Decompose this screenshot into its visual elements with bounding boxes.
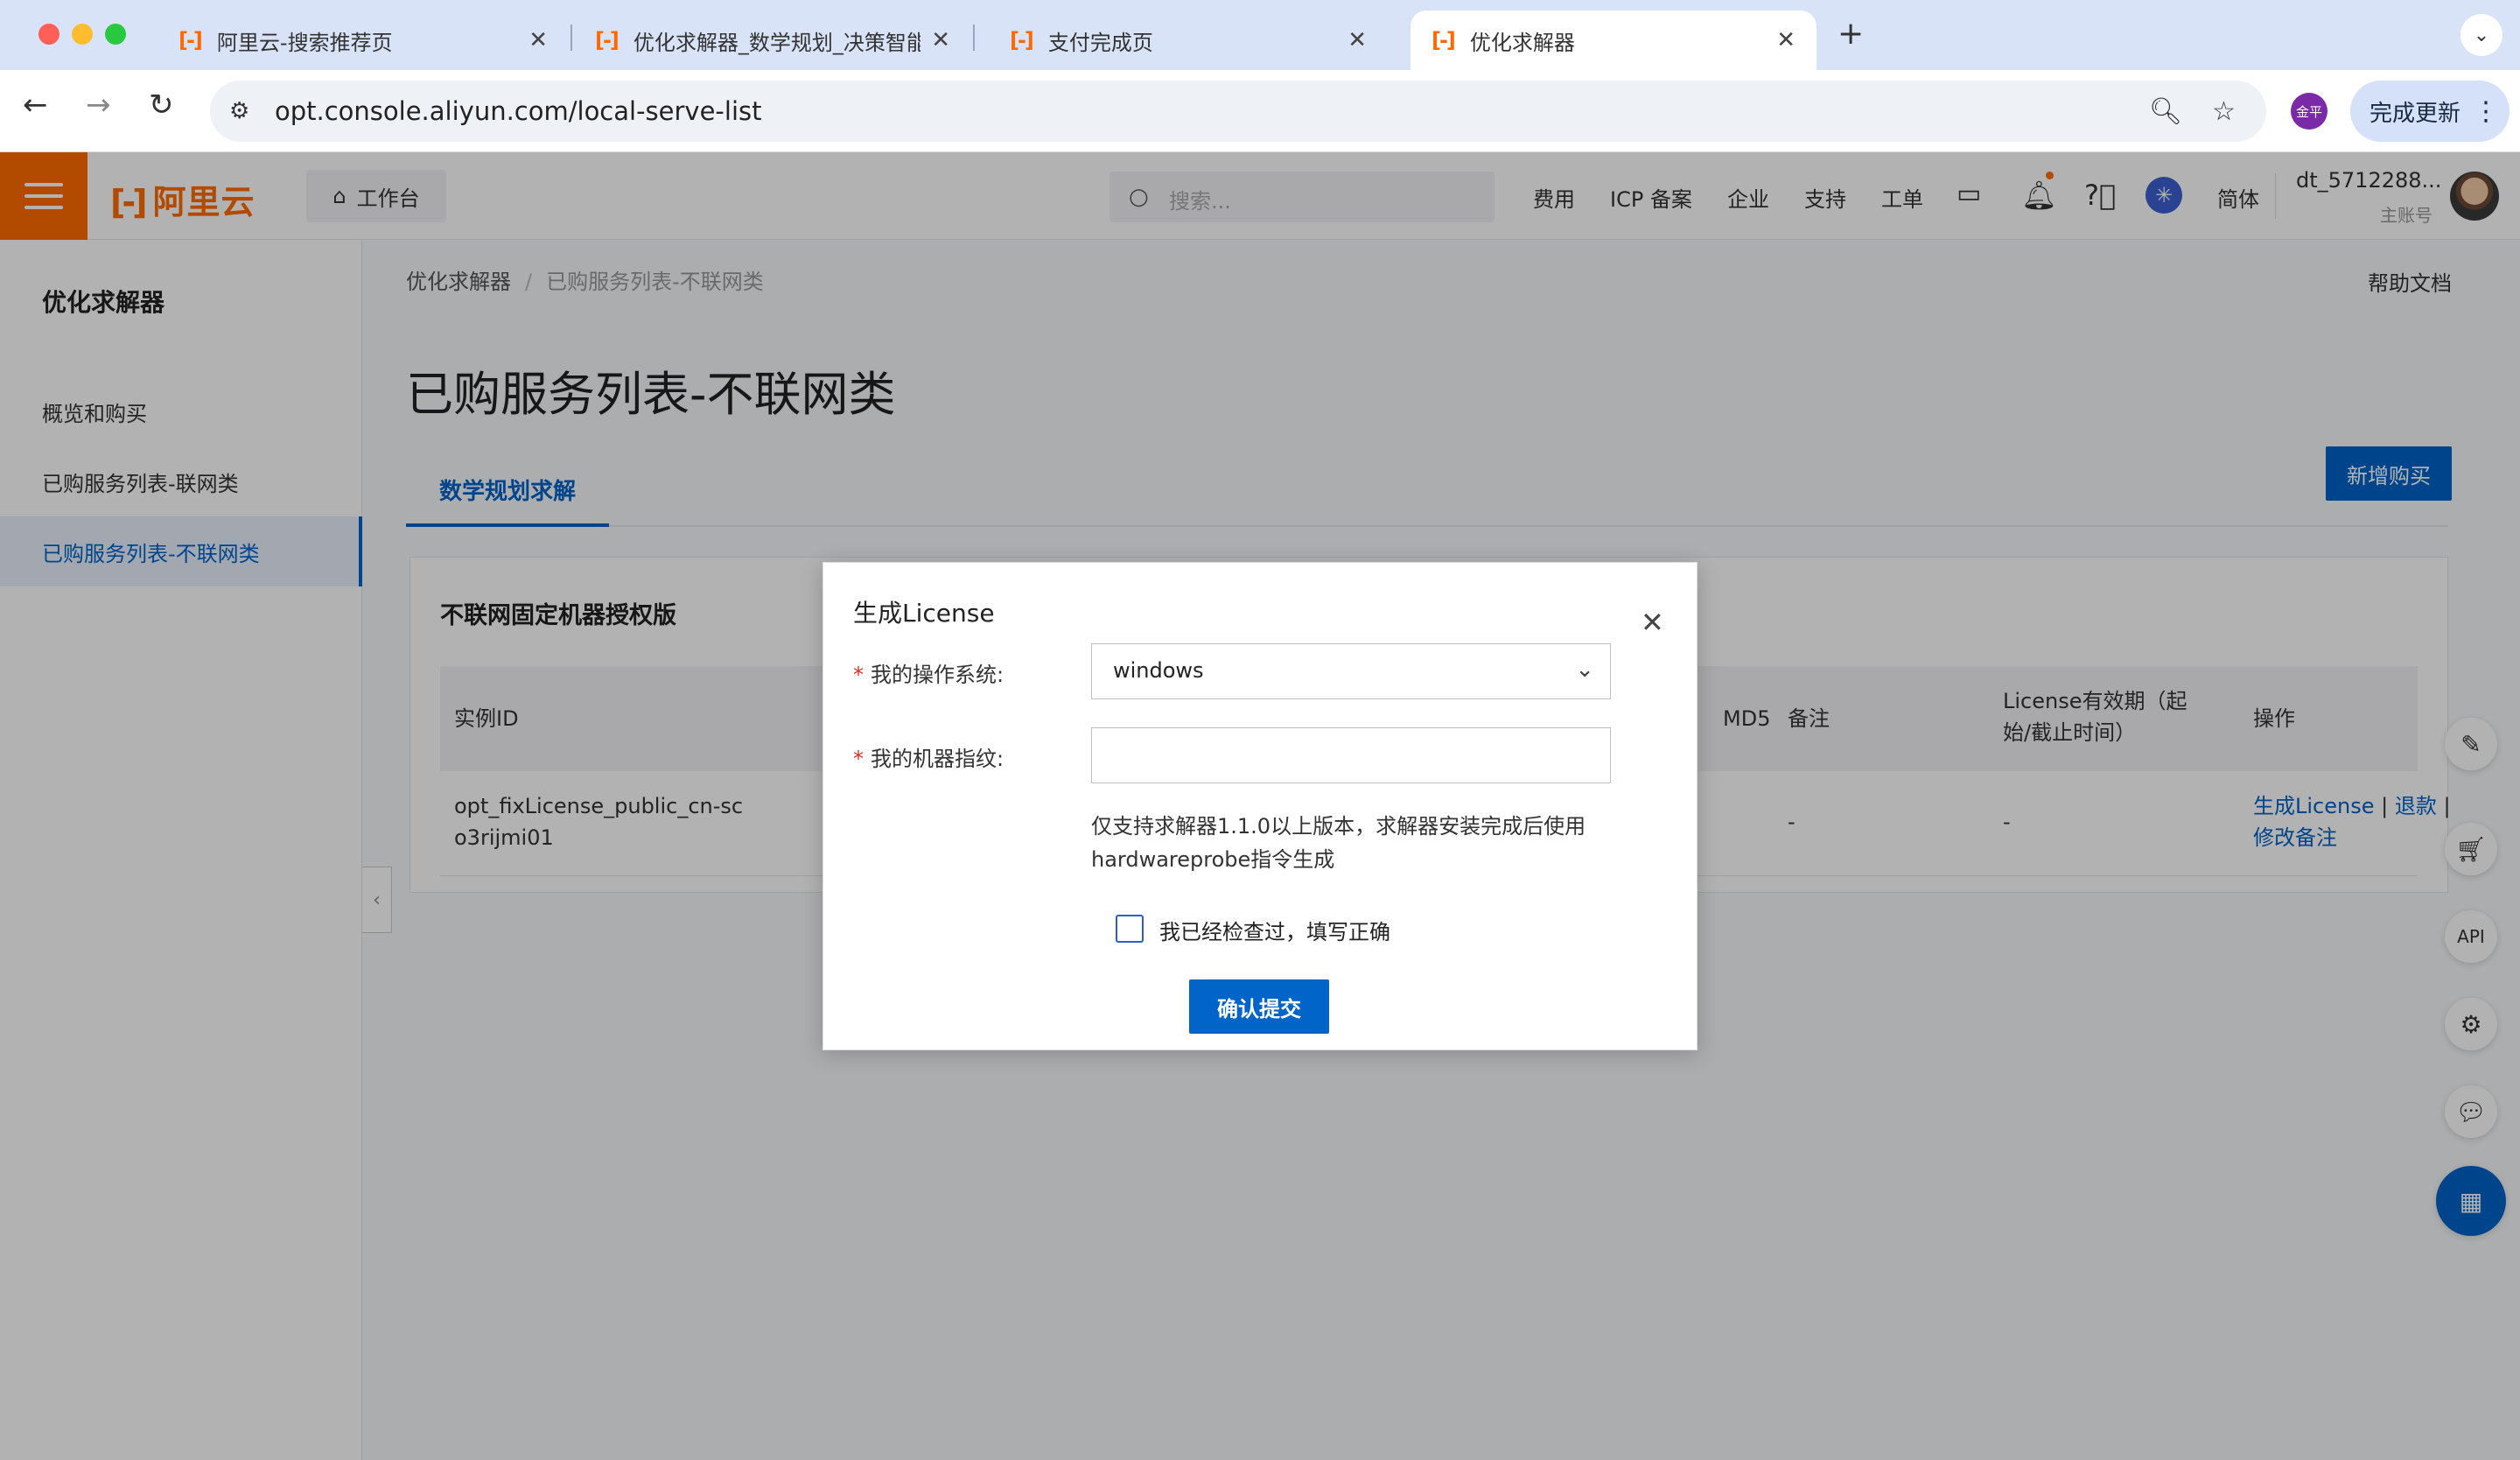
tab-close-icon[interactable]: ✕ — [1348, 27, 1367, 53]
required-mark: * — [853, 747, 864, 771]
address-bar[interactable]: ⚙ opt.console.aliyun.com/local-serve-lis… — [210, 81, 2266, 142]
os-label: * 我的操作系统: — [853, 657, 1004, 688]
tab-search-chevron-icon[interactable]: ⌄ — [2460, 14, 2502, 56]
back-arrow-icon[interactable]: ← — [23, 88, 48, 123]
chevron-down-icon: ⌄ — [1575, 656, 1594, 683]
tab-separator — [570, 25, 572, 51]
tab-title: 阿里云-搜索推荐页 — [216, 30, 393, 55]
required-mark: * — [853, 663, 864, 687]
more-menu-icon: ⋮ — [2473, 95, 2500, 127]
tab-close-icon[interactable]: ✕ — [1776, 27, 1796, 53]
tab-title: 支付完成页 — [1047, 30, 1153, 55]
forward-arrow-icon[interactable]: → — [86, 88, 111, 123]
os-select-value: windows — [1113, 658, 1204, 683]
profile-avatar[interactable]: 金平 — [2291, 93, 2328, 130]
dialog-title: 生成License — [853, 599, 995, 628]
window-close-button[interactable] — [38, 24, 60, 45]
os-select[interactable]: windows ⌄ — [1091, 643, 1611, 699]
aliyun-favicon-icon: [-] — [1432, 28, 1456, 53]
site-settings-icon[interactable]: ⚙ — [229, 98, 249, 124]
confirm-checkbox[interactable] — [1116, 915, 1144, 943]
tab-separator — [973, 25, 975, 51]
browser-tab-2[interactable]: [-] 优化求解器_数学规划_决策智能 ✕ — [574, 11, 971, 70]
generate-license-dialog: 生成License ✕ * 我的操作系统: windows ⌄ * 我的机器指纹: … — [822, 562, 1698, 1050]
tab-title: 优化求解器_数学规划_决策智能 — [633, 30, 921, 55]
browser-toolbar: ← → ↻ ⚙ opt.console.aliyun.com/local-ser… — [0, 70, 2520, 152]
machine-fingerprint-input[interactable] — [1091, 727, 1611, 783]
os-label-text: 我的操作系统: — [871, 663, 1004, 687]
fingerprint-hint: 仅支持求解器1.1.0以上版本，求解器安装完成后使用hardwareprobe指… — [1091, 814, 1586, 872]
tab-title: 优化求解器 — [1469, 30, 1575, 55]
confirm-checkbox-label[interactable]: 我已经检查过，填写正确 — [1159, 915, 1390, 945]
browser-tab-3[interactable]: [-] 支付完成页 ✕ — [989, 11, 1388, 70]
fingerprint-label-text: 我的机器指纹: — [871, 747, 1004, 771]
update-label: 完成更新 — [2370, 100, 2461, 127]
browser-tab-1[interactable]: [-] 阿里云-搜索推荐页 ✕ — [158, 11, 569, 70]
window-maximize-button[interactable] — [105, 24, 126, 45]
update-button[interactable]: 完成更新 ⋮ — [2350, 81, 2510, 142]
aliyun-favicon-icon: [-] — [178, 28, 203, 53]
new-tab-plus-icon[interactable]: + — [1838, 16, 1864, 52]
close-icon[interactable]: ✕ — [1641, 608, 1664, 636]
url-text[interactable]: opt.console.aliyun.com/local-serve-list — [275, 96, 761, 126]
tab-close-icon[interactable]: ✕ — [931, 27, 950, 53]
zoom-magnifier-icon[interactable]: 🔍︎ — [2149, 96, 2182, 127]
fingerprint-label: * 我的机器指纹: — [853, 741, 1004, 772]
bookmark-star-icon[interactable]: ☆ — [2212, 96, 2236, 127]
browser-tab-4-active[interactable]: [-] 优化求解器 ✕ — [1410, 11, 1816, 70]
browser-tab-bar: [-] 阿里云-搜索推荐页 ✕ [-] 优化求解器_数学规划_决策智能 ✕ [-… — [0, 0, 2520, 70]
aliyun-favicon-icon: [-] — [595, 28, 620, 53]
reload-icon[interactable]: ↻ — [149, 88, 174, 123]
window-minimize-button[interactable] — [72, 24, 93, 45]
tab-close-icon[interactable]: ✕ — [528, 27, 548, 53]
aliyun-favicon-icon: [-] — [1010, 28, 1034, 53]
submit-button[interactable]: 确认提交 — [1189, 979, 1329, 1034]
